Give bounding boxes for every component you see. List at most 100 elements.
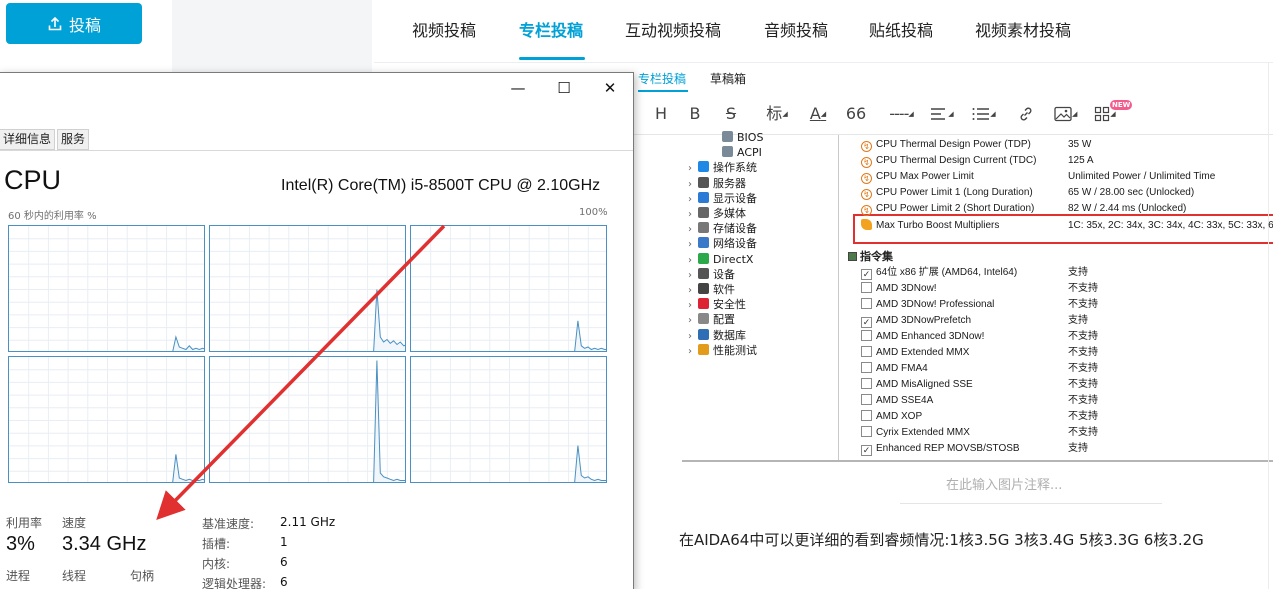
tab-video-material[interactable]: 视频素材投稿 xyxy=(975,19,1071,43)
new-badge: NEW xyxy=(1110,100,1133,110)
tree-item[interactable]: BIOS xyxy=(722,130,763,145)
close-button[interactable]: ✕ xyxy=(587,73,633,103)
tree-item-label: 软件 xyxy=(713,283,735,296)
expand-chevron-icon[interactable]: › xyxy=(688,329,698,344)
minimize-button[interactable]: — xyxy=(495,73,541,103)
editor-toolbar: H B S 标◢ A◢ 66 ----◢ ◢ ◢ ◢ ◢ xyxy=(634,95,1273,135)
tab-services[interactable]: 服务 xyxy=(57,129,90,150)
mark-icon[interactable]: 标◢ xyxy=(766,103,788,125)
tree-item-label: 存储设备 xyxy=(713,222,757,236)
editor-tab-article[interactable]: 专栏投稿 xyxy=(638,70,686,88)
power-icon: ↯ xyxy=(861,141,872,152)
power-icon: ↯ xyxy=(861,189,872,200)
tree-item[interactable]: › 配置 xyxy=(688,312,735,327)
image-caption-input[interactable]: 在此输入图片注释... xyxy=(946,474,1062,493)
power-prop-name: ↯ CPU Thermal Design Current (TDC) xyxy=(861,153,1036,169)
power-prop-label: CPU Thermal Design Current (TDC) xyxy=(876,155,1037,166)
expand-chevron-icon[interactable]: › xyxy=(688,283,698,298)
caret-icon: ◢ xyxy=(782,110,788,118)
checked-box-icon: ✓ xyxy=(861,317,872,328)
tree-item[interactable]: › 设备 xyxy=(688,267,735,282)
tree-item[interactable]: › DirectX xyxy=(688,252,753,267)
unchecked-box-icon xyxy=(861,426,872,437)
link-icon[interactable] xyxy=(1016,103,1036,125)
utilization-label: 利用率 xyxy=(6,516,43,530)
align-icon[interactable]: ◢ xyxy=(930,103,954,125)
expand-chevron-icon[interactable]: › xyxy=(688,177,698,192)
image-icon[interactable]: ◢ xyxy=(1054,103,1077,125)
font-color-icon[interactable]: A◢ xyxy=(806,103,830,125)
expand-chevron-icon[interactable]: › xyxy=(688,222,698,237)
tab-article[interactable]: 专栏投稿 xyxy=(519,19,583,43)
unchecked-box-icon xyxy=(861,394,872,405)
unchecked-box-icon xyxy=(861,282,872,293)
power-prop-label: CPU Thermal Design Power (TDP) xyxy=(876,139,1031,150)
core-usage-plot xyxy=(411,357,606,482)
tree-item[interactable]: › 服务器 xyxy=(688,176,746,191)
expand-chevron-icon[interactable]: › xyxy=(688,192,698,207)
heading-icon[interactable]: H xyxy=(652,103,670,125)
quote-icon[interactable]: 66 xyxy=(844,103,868,125)
tab-sticker[interactable]: 贴纸投稿 xyxy=(869,19,933,43)
expand-chevron-icon[interactable]: › xyxy=(688,253,698,268)
chip-icon xyxy=(722,131,733,142)
tree-item[interactable]: › 安全性 xyxy=(688,297,746,312)
expand-chevron-icon[interactable]: › xyxy=(688,268,698,283)
sockets-label: 插槽: xyxy=(202,537,231,551)
tab-details[interactable]: 详细信息 xyxy=(0,129,56,150)
checked-box-icon: ✓ xyxy=(861,269,872,280)
expand-chevron-icon[interactable]: › xyxy=(688,344,698,359)
instruction-set-name: 64位 x86 扩展 (AMD64, Intel64) xyxy=(876,267,1018,278)
core-usage-plot xyxy=(9,226,204,351)
expand-chevron-icon[interactable]: › xyxy=(688,313,698,328)
tab-video[interactable]: 视频投稿 xyxy=(412,19,476,43)
upload-button[interactable]: 投稿 xyxy=(6,3,142,44)
config-icon xyxy=(698,313,709,325)
tree-item[interactable]: › 操作系统 xyxy=(688,160,757,175)
tree-item[interactable]: › 数据库 xyxy=(688,328,746,343)
tree-item[interactable]: › 性能测试 xyxy=(688,343,757,358)
tree-item[interactable]: › 网络设备 xyxy=(688,236,757,251)
instruction-set-row: ✓ AMD 3DNowPrefetch xyxy=(861,313,971,329)
checked-box-icon: ✓ xyxy=(861,445,872,456)
expand-chevron-icon[interactable]: › xyxy=(688,237,698,252)
tree-item[interactable]: ACPI xyxy=(722,145,762,160)
instruction-set-row: AMD 3DNow! xyxy=(861,281,937,297)
maximize-button[interactable]: ☐ xyxy=(541,73,587,103)
image-svg xyxy=(1054,106,1072,122)
aida-pane-divider xyxy=(838,135,839,460)
tab-interactive-video[interactable]: 互动视频投稿 xyxy=(625,19,721,43)
expand-chevron-icon[interactable]: › xyxy=(688,161,698,176)
graph-max-label: 100% xyxy=(579,207,608,218)
divider-icon[interactable]: ----◢ xyxy=(886,103,916,125)
flame-icon xyxy=(861,219,872,230)
list-icon[interactable]: ◢ xyxy=(972,103,996,125)
instruction-set-name: AMD 3DNowPrefetch xyxy=(876,315,972,326)
bold-icon[interactable]: B xyxy=(686,103,704,125)
core-usage-plot xyxy=(9,357,204,482)
handle-label: 句柄 xyxy=(130,569,155,583)
power-prop-name: ↯ CPU Max Power Limit xyxy=(861,169,974,185)
tree-item[interactable]: › 存储设备 xyxy=(688,221,757,236)
tree-item-label: 操作系统 xyxy=(713,161,757,175)
tree-item[interactable]: › 显示设备 xyxy=(688,191,757,206)
instruction-set-name: AMD 3DNow! xyxy=(876,283,937,294)
cores-value: 6 xyxy=(280,555,288,569)
core-usage-graph xyxy=(209,356,406,483)
core-usage-plot xyxy=(210,226,405,351)
editor-tab-drafts[interactable]: 草稿箱 xyxy=(710,70,746,88)
media-icon xyxy=(698,207,709,218)
page-scrollbar[interactable] xyxy=(1268,62,1269,589)
strikethrough-icon[interactable]: S xyxy=(722,103,740,125)
tree-item[interactable]: › 多媒体 xyxy=(688,206,746,221)
link-svg xyxy=(1020,107,1032,121)
article-paragraph[interactable]: 在AIDA64中可以更详细的看到睿频情况:1核3.5G 3核3.4G 5核3.3… xyxy=(679,529,1204,550)
tab-audio[interactable]: 音频投稿 xyxy=(764,19,828,43)
expand-chevron-icon[interactable]: › xyxy=(688,207,698,222)
tree-item[interactable]: › 软件 xyxy=(688,282,735,297)
upload-button-label: 投稿 xyxy=(68,15,101,35)
core-usage-graph xyxy=(410,225,607,352)
power-prop-value: 35 W xyxy=(1068,139,1092,150)
instruction-set-name: AMD Extended MMX xyxy=(876,347,970,358)
expand-chevron-icon[interactable]: › xyxy=(688,298,698,313)
